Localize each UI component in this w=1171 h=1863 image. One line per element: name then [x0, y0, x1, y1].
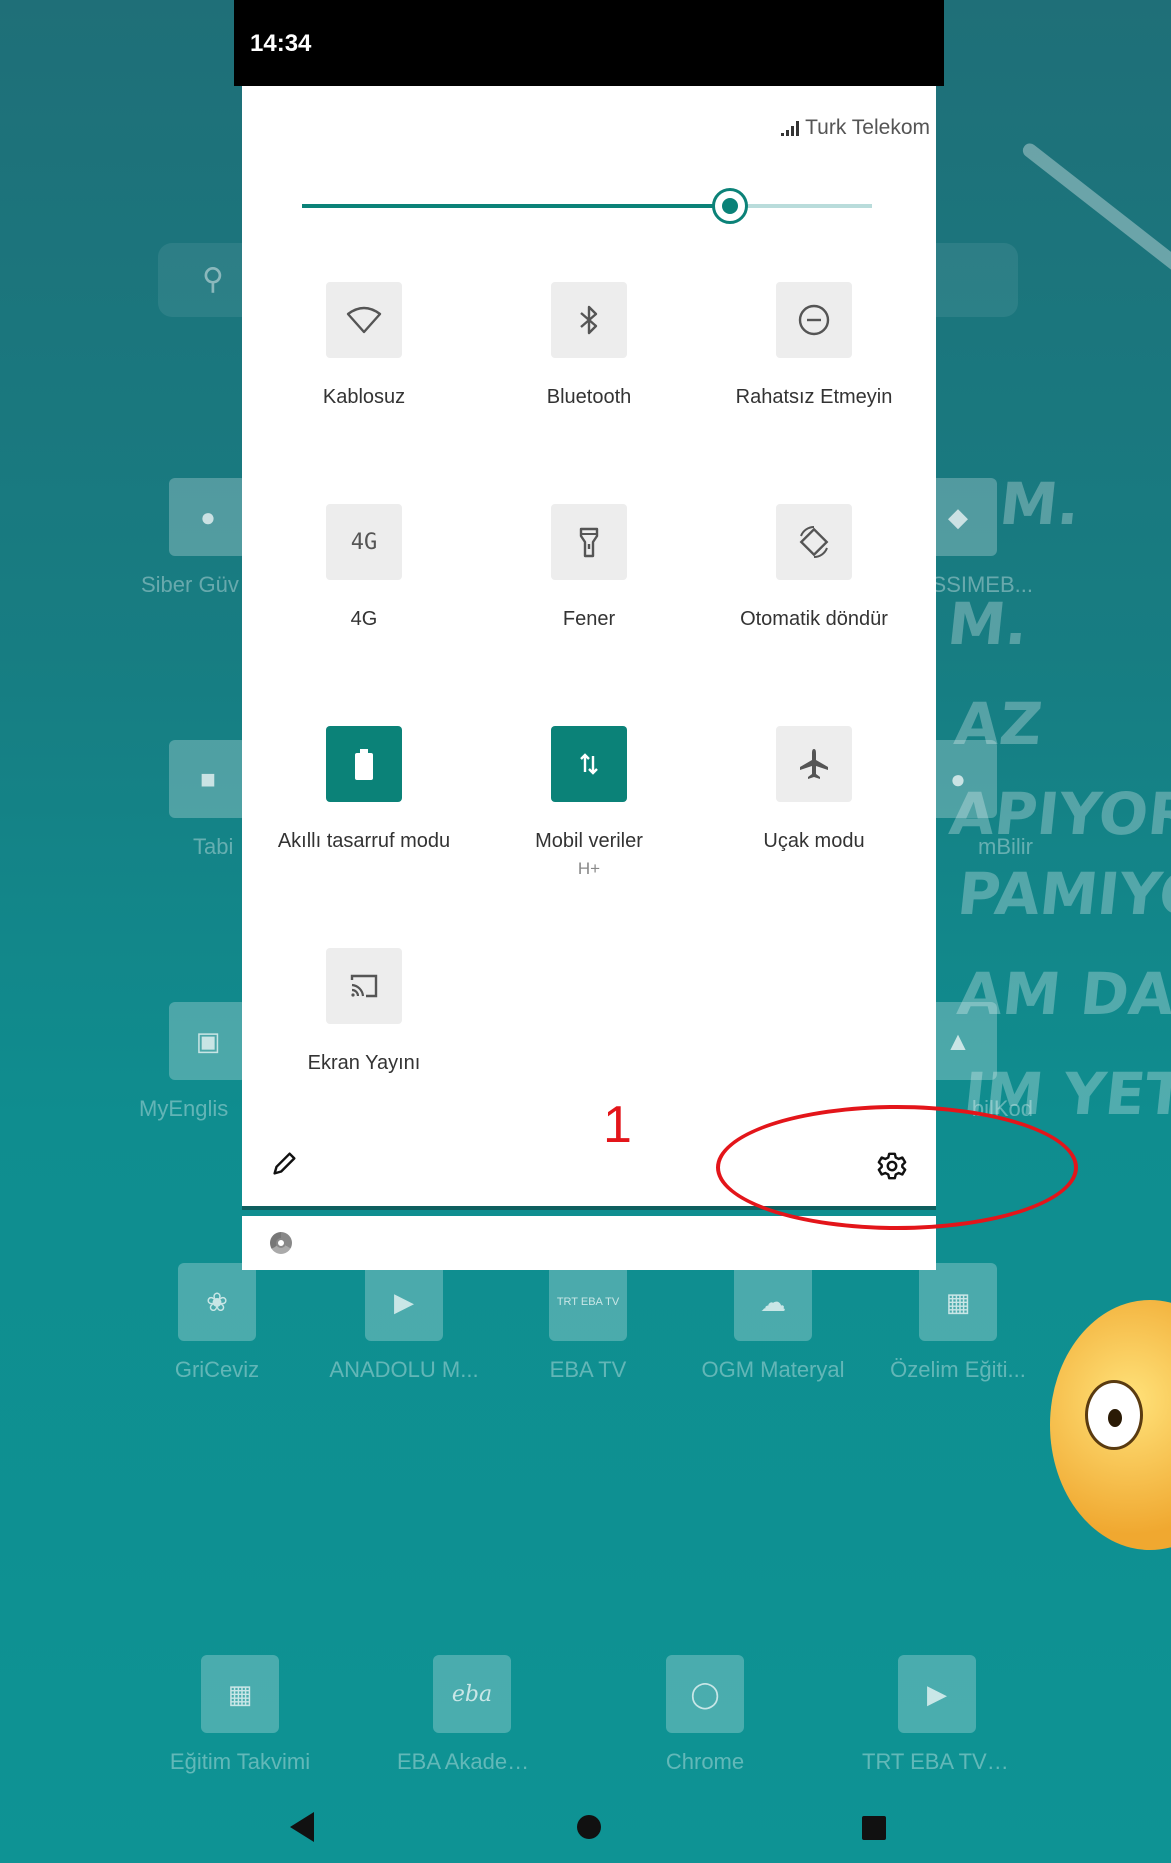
navigation-bar [0, 1790, 1171, 1863]
home-icon[interactable] [577, 1815, 601, 1839]
tile-flashlight[interactable]: Fener [479, 504, 699, 631]
do-not-disturb-icon [776, 282, 852, 358]
tile-label: Rahatsız Etmeyin [735, 386, 893, 408]
tabi-app-icon: ■ [169, 740, 247, 818]
ogm-app-icon: ☁ [734, 1263, 812, 1341]
battery-icon [326, 726, 402, 802]
tile-label: Bluetooth [546, 386, 632, 408]
app-ozelim[interactable]: ▦ Özelim Eğiti... [883, 1263, 1033, 1383]
brightness-slider[interactable] [302, 188, 872, 224]
app-griceviz[interactable]: ❀ GriCeviz [142, 1263, 292, 1383]
app-label: Eğitim Takvimi [169, 1749, 311, 1774]
ebatv-app-icon: TRT EBA TV [549, 1263, 627, 1341]
chrome-notification-icon [270, 1232, 292, 1254]
bluetooth-icon [551, 282, 627, 358]
wallpaper-stroke [1020, 140, 1171, 294]
app-ogm[interactable]: ☁ OGM Materyal [698, 1263, 848, 1383]
app-label: OGM Materyal [701, 1357, 845, 1382]
search-icon: ⚲ [202, 263, 224, 296]
app-label: Özelim Eğiti... [890, 1357, 1026, 1382]
pencil-icon [273, 1152, 296, 1175]
status-bar: 14:34 [234, 0, 944, 86]
siber-app-icon: ● [169, 478, 247, 556]
flashlight-icon [551, 504, 627, 580]
mobile-data-icon [551, 726, 627, 802]
tile-label: Mobil veriler [535, 830, 643, 852]
tile-bluetooth[interactable]: Bluetooth [479, 282, 699, 409]
tile-airplane[interactable]: Uçak modu [704, 726, 924, 853]
annotation-ellipse [716, 1105, 1078, 1230]
tile-battery-saver[interactable]: Akıllı tasarruf modu [254, 726, 474, 853]
app-chrome[interactable]: ◯ Chrome [630, 1655, 780, 1775]
app-label: TRT EBA TV YAYI... [862, 1749, 1012, 1774]
tile-label: Otomatik döndür [740, 608, 888, 630]
tile-sublabel: H+ [577, 859, 601, 878]
tile-label: Kablosuz [322, 386, 406, 408]
tile-label: 4G [350, 608, 378, 630]
app-anadolu[interactable]: ▶ ANADOLU M... [329, 1263, 479, 1383]
griceviz-app-icon: ❀ [178, 1263, 256, 1341]
app-label: ANADOLU M... [329, 1357, 479, 1382]
wifi-icon [326, 282, 402, 358]
chrome-app-icon: ◯ [666, 1655, 744, 1733]
app-egitim-takvimi[interactable]: ▦ Eğitim Takvimi [165, 1655, 315, 1775]
annotation-number: 1 [603, 1096, 632, 1154]
edit-tiles-button[interactable] [266, 1146, 302, 1182]
signal-icon [781, 120, 800, 136]
recents-icon[interactable] [862, 1816, 886, 1840]
back-icon[interactable] [290, 1812, 314, 1842]
cast-icon [326, 948, 402, 1024]
tile-label: Fener [562, 608, 616, 630]
carrier-indicator: Turk Telekom [781, 116, 930, 140]
app-label: Chrome [665, 1749, 745, 1774]
tile-do-not-disturb[interactable]: Rahatsız Etmeyin [704, 282, 924, 409]
auto-rotate-icon [776, 504, 852, 580]
brightness-thumb[interactable] [711, 188, 748, 224]
calendar-app-icon: ▦ [201, 1655, 279, 1733]
tile-cast[interactable]: Ekran Yayını [254, 948, 474, 1075]
tile-mobile-data[interactable]: Mobil veriler H+ [479, 726, 699, 879]
youtube-app-icon: ▶ [898, 1655, 976, 1733]
4g-icon: 4G [326, 504, 402, 580]
airplane-icon [776, 726, 852, 802]
app-ebatv[interactable]: TRT EBA TV EBA TV [513, 1263, 663, 1383]
youtube-app-icon: ▶ [365, 1263, 443, 1341]
carrier-name: Turk Telekom [805, 116, 930, 139]
app-eba-akademik[interactable]: eba EBA Akademik De... [397, 1655, 547, 1775]
quick-settings-panel: Turk Telekom Kablosuz Bluetooth Rahatsız… [242, 86, 936, 1210]
tile-wifi[interactable]: Kablosuz [254, 282, 474, 409]
brightness-fill [302, 204, 730, 208]
wallpaper-text: M. [944, 590, 1032, 658]
app-label: GriCeviz [174, 1357, 260, 1382]
myenglish-app-icon: ▣ [169, 1002, 247, 1080]
tile-auto-rotate[interactable]: Otomatik döndür [704, 504, 924, 631]
tile-label: Ekran Yayını [307, 1052, 421, 1074]
tile-label: Akıllı tasarruf modu [277, 830, 451, 852]
app-label: EBA Akademik De... [397, 1749, 547, 1774]
ozelim-app-icon: ▦ [919, 1263, 997, 1341]
status-time: 14:34 [250, 30, 312, 57]
tile-label: Uçak modu [763, 830, 865, 852]
tile-4g[interactable]: 4G 4G [254, 504, 474, 631]
app-label: EBA TV [549, 1357, 627, 1382]
wallpaper-text: PAMIYORUN [954, 860, 1171, 928]
app-trt-eba-tv[interactable]: ▶ TRT EBA TV YAYI... [862, 1655, 1012, 1775]
eba-app-icon: eba [433, 1655, 511, 1733]
emoji-eye-icon [1085, 1380, 1143, 1450]
4g-icon-text: 4G [350, 529, 378, 555]
